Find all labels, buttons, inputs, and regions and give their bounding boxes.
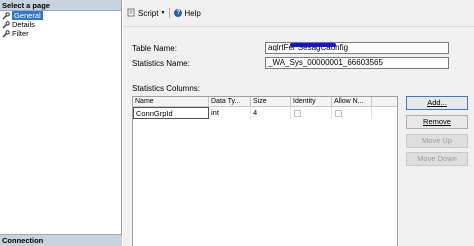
cell-data-type: int [209, 107, 251, 119]
statistics-columns-grid: Name Data Ty... Size Identity Allow N...… [132, 96, 398, 246]
page-item-general[interactable]: General [0, 11, 121, 20]
table-row[interactable]: ConnGrpId int 4 [133, 107, 397, 119]
statistics-name-label: Statistics Name: [132, 59, 190, 68]
script-button[interactable]: Script ▼ [127, 7, 165, 19]
select-page-header: Select a page [0, 0, 121, 11]
script-icon [127, 8, 136, 19]
column-header-allow-nulls[interactable]: Allow N... [332, 97, 372, 106]
page-item-details[interactable]: Details [0, 20, 121, 29]
page-selector-pane: Select a page General Details Filter Con… [0, 0, 122, 246]
identity-checkbox[interactable] [294, 110, 301, 117]
connection-header: Connection [0, 234, 122, 246]
cell-size: 4 [251, 107, 291, 119]
toolbar: Script ▼ ? Help [123, 0, 474, 27]
help-label: Help [184, 8, 201, 18]
remove-button[interactable]: Remove [406, 115, 468, 129]
page-item-label: General [12, 11, 43, 20]
statistics-columns-label: Statistics Columns: [132, 84, 201, 93]
statistics-name-value: _WA_Sys_00000001_66603565 [268, 58, 383, 67]
move-up-button[interactable]: Move Up [406, 134, 468, 148]
table-name-field[interactable]: aqlrtFer SesagCaonfig [265, 42, 449, 54]
help-icon: ? [174, 9, 183, 17]
page-item-label: Details [12, 20, 35, 29]
column-header-size[interactable]: Size [251, 97, 291, 106]
wrench-icon [2, 20, 10, 29]
allow-nulls-checkbox[interactable] [335, 110, 342, 117]
column-header-data-type[interactable]: Data Ty... [209, 97, 251, 106]
help-button[interactable]: ? Help [174, 7, 201, 19]
cell-identity [291, 107, 332, 119]
dropdown-caret-icon[interactable]: ▼ [160, 10, 165, 16]
column-header-name[interactable]: Name [133, 97, 209, 106]
column-header-identity[interactable]: Identity [291, 97, 332, 106]
grid-header: Name Data Ty... Size Identity Allow N... [133, 97, 397, 107]
cell-name[interactable]: ConnGrpId [133, 107, 209, 119]
add-button[interactable]: Add... [406, 96, 468, 110]
table-name-label: Table Name: [132, 44, 177, 53]
cell-allow-nulls [332, 107, 372, 119]
statistics-name-field[interactable]: _WA_Sys_00000001_66603565 [265, 57, 449, 69]
page-item-filter[interactable]: Filter [0, 29, 121, 38]
main-pane: Script ▼ ? Help Table Name: aqlrtFer Ses… [123, 0, 474, 246]
move-down-button[interactable]: Move Down [406, 152, 468, 166]
redaction-scribble [290, 43, 336, 47]
page-item-label: Filter [12, 29, 29, 38]
toolbar-separator [169, 8, 171, 18]
wrench-icon [2, 11, 10, 20]
wrench-icon [2, 29, 10, 38]
script-label: Script [138, 8, 159, 18]
